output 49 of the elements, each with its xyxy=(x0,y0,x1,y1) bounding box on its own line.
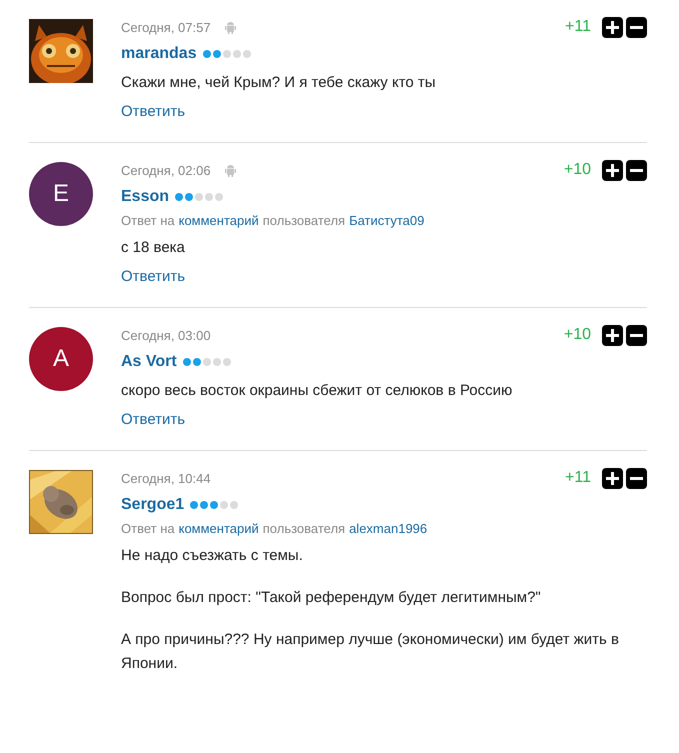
downvote-button[interactable] xyxy=(626,324,647,346)
vote-score: +10 xyxy=(564,326,591,344)
vote-score: +11 xyxy=(565,18,591,36)
android-icon xyxy=(224,164,236,176)
minus-icon xyxy=(630,26,643,28)
comment-link[interactable]: комментарий xyxy=(178,521,259,536)
comment-time: Сегодня, 07:57 xyxy=(121,20,211,34)
downvote-button[interactable] xyxy=(626,160,647,180)
vote-score: +10 xyxy=(564,161,591,179)
reply-link[interactable]: Ответить xyxy=(121,103,186,120)
comment-text: А про причины??? Ну например лучше (экономически) им будет жить в Японии. xyxy=(121,630,620,674)
author-name[interactable]: marandas xyxy=(121,45,197,63)
plus-icon xyxy=(606,472,619,484)
comment-link[interactable]: комментарий xyxy=(178,213,259,228)
upvote-button[interactable] xyxy=(602,468,623,488)
comment-time: Сегодня, 03:00 xyxy=(121,328,211,342)
downvote-button[interactable] xyxy=(626,16,647,38)
upvote-button[interactable] xyxy=(602,16,623,38)
minus-icon xyxy=(630,168,643,172)
minus-icon xyxy=(630,334,643,336)
plus-icon xyxy=(606,164,619,176)
upvote-button[interactable] xyxy=(602,324,623,346)
comment-text: Не надо съезжать с темы. xyxy=(121,546,304,566)
user-link[interactable]: alexman1996 xyxy=(349,521,428,536)
android-icon xyxy=(224,20,236,34)
comment-text: с 18 века xyxy=(121,238,186,258)
plus-icon xyxy=(606,328,619,342)
comment-text: Скажи мне, чей Крым? И я тебе скажу кто ты xyxy=(121,73,437,93)
comment-text: скоро весь восток окраины сбежит от селюков в Россию xyxy=(121,381,514,401)
author-name[interactable]: As Vort xyxy=(121,353,177,371)
avatar: E xyxy=(29,162,93,226)
reply-link[interactable]: Ответить xyxy=(121,411,186,428)
author-name[interactable]: Sergoe1 xyxy=(121,496,184,514)
downvote-button[interactable] xyxy=(626,468,647,488)
upvote-button[interactable] xyxy=(602,160,623,180)
vote-score: +11 xyxy=(565,469,591,487)
reply-to-label: Ответ на xyxy=(121,213,175,228)
comment-time: Сегодня, 02:06 xyxy=(121,162,211,178)
user-link[interactable]: Батистута09 xyxy=(349,213,424,228)
reply-to-label: пользователя xyxy=(262,521,346,536)
plus-icon xyxy=(606,20,619,34)
reply-link[interactable]: Ответить xyxy=(121,268,186,285)
avatar: A xyxy=(29,327,93,391)
comment-text: Вопрос был прост: "Такой референдум будет легитимным?" xyxy=(121,588,542,608)
comment-time: Сегодня, 10:44 xyxy=(121,470,211,486)
reply-to-label: Ответ на xyxy=(121,521,175,536)
author-name[interactable]: Esson xyxy=(121,188,170,206)
minus-icon xyxy=(630,476,643,480)
reply-to-label: пользователя xyxy=(262,213,346,228)
